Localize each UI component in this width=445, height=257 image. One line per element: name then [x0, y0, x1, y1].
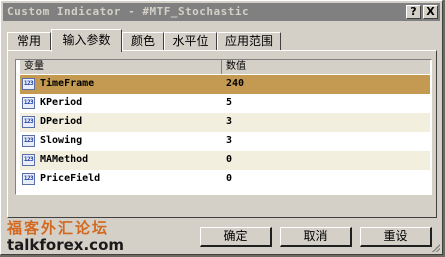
- param-row[interactable]: 123 PriceField 0: [20, 170, 430, 189]
- header-value[interactable]: 数值: [222, 60, 430, 74]
- reset-button[interactable]: 重设: [360, 227, 432, 247]
- param-row[interactable]: 123 TimeFrame 240: [20, 75, 430, 94]
- param-value[interactable]: 0: [226, 173, 232, 184]
- ok-button[interactable]: 确定: [200, 227, 272, 247]
- param-name: MAMethod: [40, 154, 89, 165]
- numeric-param-icon: 123: [22, 154, 35, 166]
- numeric-param-icon: 123: [22, 173, 35, 185]
- tab-strip: 常用 输入参数 颜色 水平位 应用范围: [7, 29, 439, 52]
- tab-inputs[interactable]: 输入参数: [51, 29, 122, 52]
- custom-indicator-dialog: Custom Indicator - #MTF_Stochastic ? X 常…: [0, 0, 443, 255]
- window-title: Custom Indicator - #MTF_Stochastic: [7, 5, 250, 18]
- cancel-button[interactable]: 取消: [280, 227, 352, 247]
- param-name: DPeriod: [40, 116, 83, 127]
- numeric-param-icon: 123: [22, 135, 35, 147]
- param-row[interactable]: 123 Slowing 3: [20, 132, 430, 151]
- param-name: Slowing: [40, 135, 83, 146]
- help-button[interactable]: ?: [406, 5, 421, 19]
- param-row[interactable]: 123 DPeriod 3: [20, 113, 430, 132]
- param-value[interactable]: 3: [226, 116, 232, 127]
- param-value[interactable]: 240: [226, 78, 244, 89]
- param-value[interactable]: 3: [226, 135, 232, 146]
- close-button[interactable]: X: [423, 5, 438, 19]
- tab-colors[interactable]: 颜色: [122, 32, 164, 50]
- tab-common[interactable]: 常用: [7, 32, 51, 50]
- param-name: TimeFrame: [40, 78, 95, 89]
- title-bar[interactable]: Custom Indicator - #MTF_Stochastic ? X: [3, 3, 440, 21]
- param-row[interactable]: 123 KPeriod 5: [20, 94, 430, 113]
- tab-visualization[interactable]: 应用范围: [217, 32, 281, 50]
- forum-watermark-logo: 福客外汇论坛 talkforex.com: [5, 217, 155, 257]
- grid-header: 变量 数值: [20, 60, 430, 74]
- tab-levels[interactable]: 水平位: [164, 32, 217, 50]
- header-variable[interactable]: 变量: [20, 60, 222, 74]
- numeric-param-icon: 123: [22, 116, 35, 128]
- numeric-param-icon: 123: [22, 78, 35, 90]
- parameters-grid[interactable]: 变量 数值 123 TimeFrame 240 123 KPeriod 5 12…: [15, 59, 432, 195]
- param-name: KPeriod: [40, 97, 83, 108]
- resize-grip-icon[interactable]: [430, 242, 440, 252]
- param-value[interactable]: 5: [226, 97, 232, 108]
- numeric-param-icon: 123: [22, 97, 35, 109]
- param-name: PriceField: [40, 173, 101, 184]
- param-value[interactable]: 0: [226, 154, 232, 165]
- watermark-site-text: talkforex.com: [7, 236, 125, 254]
- watermark-chinese-text: 福客外汇论坛: [7, 219, 110, 237]
- param-row[interactable]: 123 MAMethod 0: [20, 151, 430, 170]
